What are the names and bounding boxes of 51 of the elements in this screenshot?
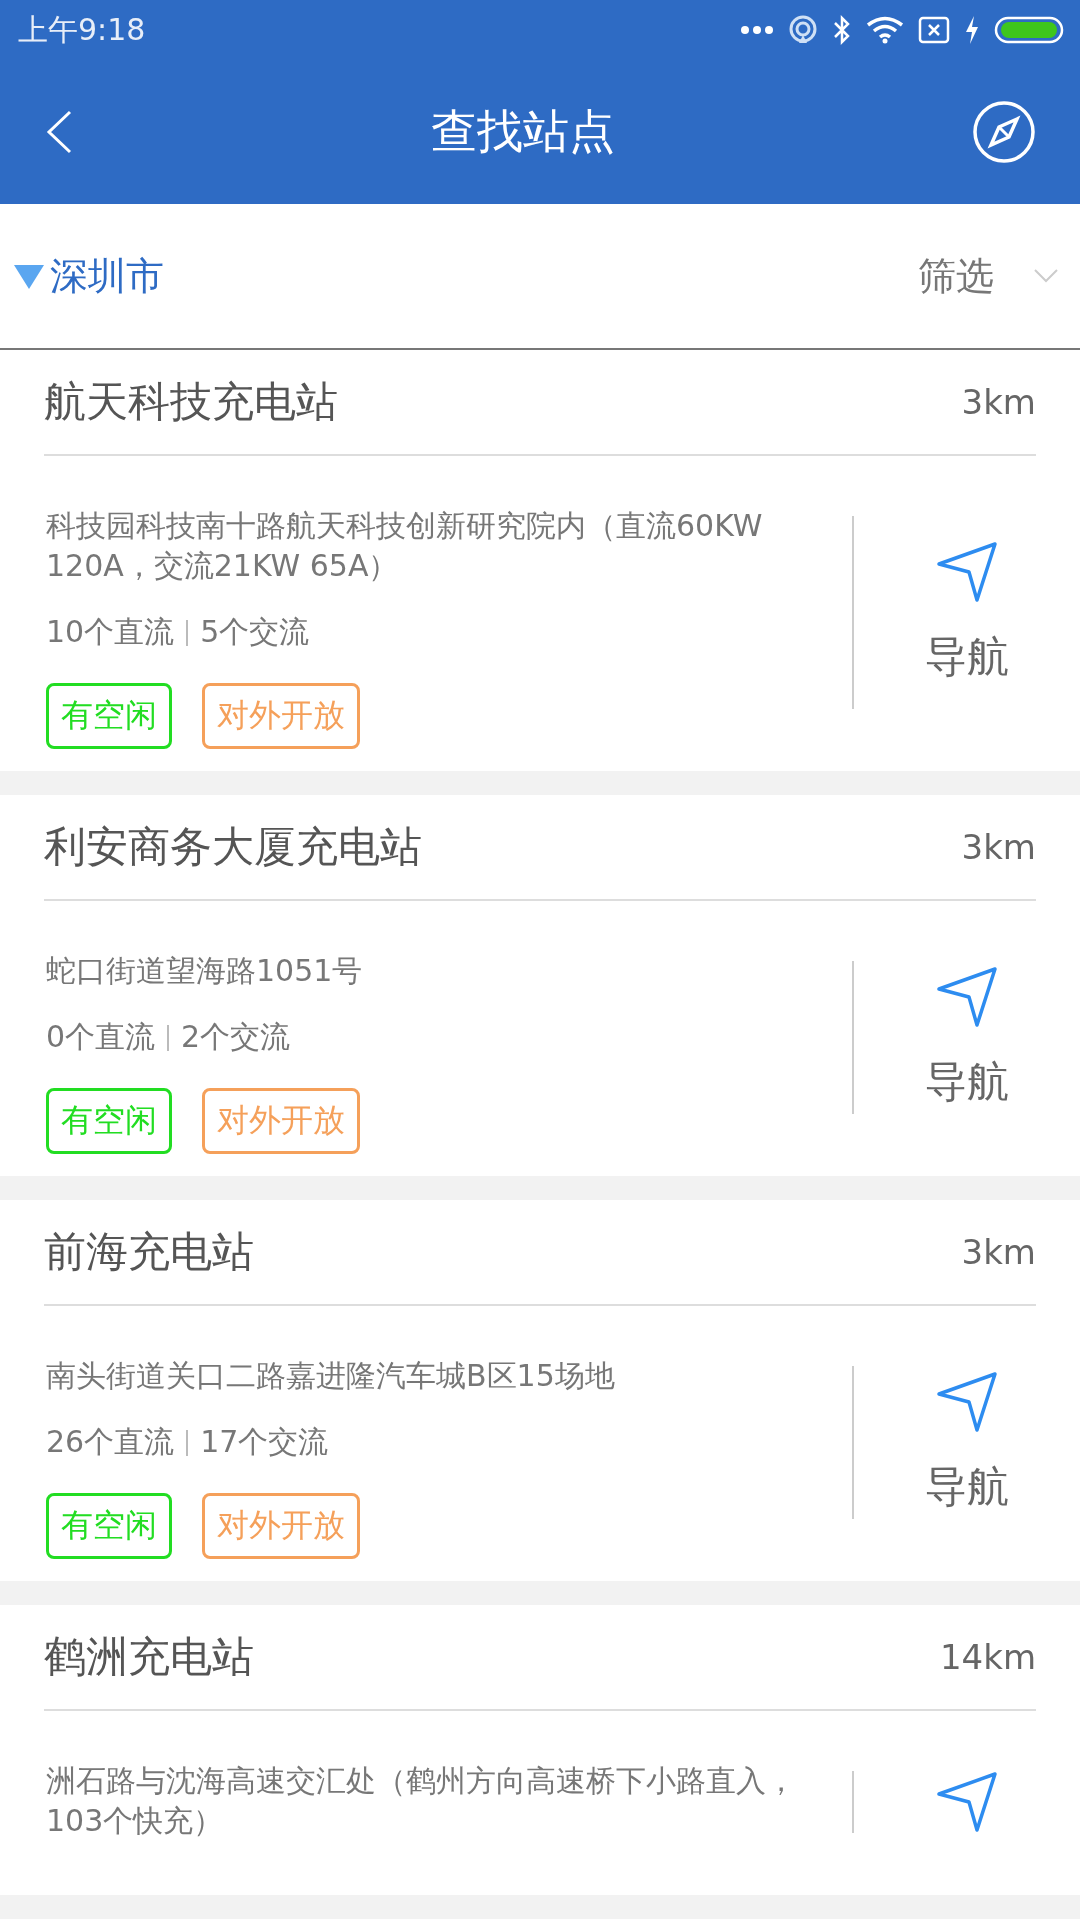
dropdown-triangle-icon <box>14 263 44 289</box>
status-time: 上午9:18 <box>18 10 146 49</box>
compass-icon[interactable] <box>972 100 1036 164</box>
charging-icon <box>964 15 980 45</box>
station-distance: 14km <box>939 1637 1036 1677</box>
city-selector[interactable]: 深圳市 <box>14 250 164 302</box>
station-name: 航天科技充电站 <box>44 376 338 428</box>
status-tag: 有空闲 <box>46 683 172 749</box>
navigate-button[interactable]: 导航 <box>925 540 1009 685</box>
bluetooth-icon <box>832 15 852 45</box>
ac-count: 17个交流 <box>200 1423 329 1461</box>
back-icon[interactable] <box>44 109 74 155</box>
navigate-button[interactable]: 导航 <box>925 1370 1009 1515</box>
status-tag: 有空闲 <box>46 1088 172 1154</box>
status-tag: 对外开放 <box>202 1088 360 1154</box>
battery-icon <box>994 15 1066 45</box>
navigate-button[interactable] <box>936 1771 998 1833</box>
station-name: 前海充电站 <box>44 1226 254 1278</box>
navigation-arrow-icon <box>936 1370 998 1433</box>
chevron-down-icon <box>1034 269 1058 283</box>
page-title: 查找站点 <box>431 103 615 160</box>
status-tag: 有空闲 <box>46 1493 172 1559</box>
station-address: 蛇口街道望海路1051号 <box>46 952 364 990</box>
ac-count: 2个交流 <box>181 1018 291 1056</box>
station-card[interactable]: 前海充电站 3km 南头街道关口二路嘉进隆汽车城B区15场地 26个直流 17个交流 有空闲 对外开放 导航 <box>0 1200 1080 1605</box>
dc-count: 10个直流 <box>46 613 175 651</box>
status-tag: 对外开放 <box>202 1493 360 1559</box>
navigate-button[interactable]: 导航 <box>925 965 1009 1110</box>
navigation-arrow-icon <box>936 965 998 1028</box>
no-sim-icon <box>918 16 950 44</box>
station-card[interactable]: 利安商务大厦充电站 3km 蛇口街道望海路1051号 0个直流 2个交流 有空闲 对外开放 导航 <box>0 795 1080 1200</box>
more-dots-icon <box>740 25 774 35</box>
dc-count: 26个直流 <box>46 1423 175 1461</box>
hotspot-icon <box>788 15 818 45</box>
status-tag: 对外开放 <box>202 683 360 749</box>
station-name: 利安商务大厦充电站 <box>44 821 422 873</box>
station-address: 南头街道关口二路嘉进隆汽车城B区15场地 <box>46 1357 616 1395</box>
filter-button[interactable]: 筛选 <box>918 250 1058 302</box>
station-card[interactable]: 航天科技充电站 3km 科技园科技南十路航天科技创新研究院内（直流60KW 120A，交流21KW 65A） 10个直流 5个交流 有空闲 对外开放 导航 <box>0 350 1080 795</box>
station-address: 科技园科技南十路航天科技创新研究院内（直流60KW 120A，交流21KW 65A） <box>46 507 764 585</box>
navigation-arrow-icon <box>936 540 998 603</box>
dc-count: 0个直流 <box>46 1018 156 1056</box>
station-distance: 3km <box>961 382 1036 422</box>
station-address: 洲石路与沈海高速交汇处（鹤州方向高速桥下小路直入，103个快充） <box>46 1762 797 1840</box>
navigation-arrow-icon <box>936 1771 998 1833</box>
ac-count: 5个交流 <box>200 613 310 651</box>
station-distance: 3km <box>961 827 1036 867</box>
station-card[interactable]: 鹤洲充电站 14km 洲石路与沈海高速交汇处（鹤州方向高速桥下小路直入，103个快充） <box>0 1605 1080 1919</box>
station-distance: 3km <box>961 1232 1036 1272</box>
station-name: 鹤洲充电站 <box>44 1631 254 1683</box>
wifi-icon <box>866 16 904 44</box>
